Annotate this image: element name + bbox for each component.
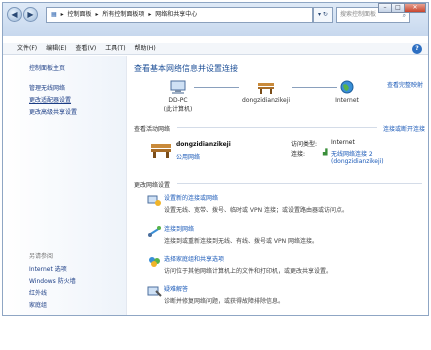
menu-file[interactable]: 文件(F) bbox=[17, 43, 37, 55]
breadcrumb-item[interactable]: 网络和共享中心 bbox=[155, 11, 197, 18]
minimize-button[interactable]: – bbox=[378, 3, 392, 13]
breadcrumb[interactable]: ▦ ▸ 控制面板 ▸ 所有控制面板项 ▸ 网络和共享中心 bbox=[46, 7, 313, 23]
network-type-link[interactable]: 公用网络 bbox=[176, 152, 200, 161]
access-type-label: 访问类型: bbox=[291, 141, 318, 148]
network-bench-icon bbox=[151, 144, 171, 158]
active-network-name: dongzidianzikeji bbox=[176, 141, 231, 148]
connect-disconnect-link[interactable]: 连接或断开连接 bbox=[383, 124, 425, 133]
new-connection-icon bbox=[147, 195, 161, 206]
menu-tools[interactable]: 工具(T) bbox=[105, 43, 125, 55]
homegroup-icon bbox=[149, 257, 160, 267]
view-full-map-link[interactable]: 查看完整映射 bbox=[387, 80, 423, 89]
network-sharing-center-window: ◀ ▶ ▦ ▸ 控制面板 ▸ 所有控制面板项 ▸ 网络和共享中心 ▾ ↻ 搜索控… bbox=[2, 2, 429, 316]
task-homegroup-desc: 访问位于其他网络计算机上的文件和打印机，或更改共享设置。 bbox=[164, 268, 333, 275]
see-also-firewall[interactable]: Windows 防火墙 bbox=[29, 276, 76, 285]
map-network[interactable]: dongzidianzikeji bbox=[231, 80, 301, 104]
task-connect-network-link[interactable]: 连接到网络 bbox=[164, 224, 194, 233]
access-type-value: Internet bbox=[331, 139, 355, 146]
map-internet-label: Internet bbox=[335, 97, 359, 104]
computer-icon bbox=[170, 80, 186, 94]
sidebar: 控制面板主页 管理无线网络 更改适配器设置 更改高级共享设置 另请参阅 Inte… bbox=[3, 56, 127, 315]
breadcrumb-item[interactable]: 所有控制面板项 bbox=[102, 11, 144, 18]
map-computer-name: DD-PC bbox=[168, 97, 188, 104]
breadcrumb-sep-icon: ▸ bbox=[60, 11, 64, 18]
sidebar-item-advanced-sharing[interactable]: 更改高级共享设置 bbox=[29, 107, 77, 116]
change-settings-heading: 更改网络设置 bbox=[134, 182, 171, 189]
globe-icon bbox=[340, 80, 354, 94]
menu-edit[interactable]: 编辑(E) bbox=[46, 43, 66, 55]
menu-bar: 文件(F) 编辑(E) 查看(V) 工具(T) 帮助(H) bbox=[3, 43, 428, 55]
back-button[interactable]: ◀ bbox=[7, 7, 22, 22]
bench-icon bbox=[258, 83, 274, 94]
breadcrumb-sep-icon: ▸ bbox=[148, 11, 152, 18]
menu-help[interactable]: 帮助(H) bbox=[134, 43, 155, 55]
window-controls: – □ ✕ bbox=[378, 3, 426, 15]
divider bbox=[177, 183, 422, 184]
see-also-infrared[interactable]: 红外线 bbox=[29, 288, 47, 297]
address-bar-area: ◀ ▶ ▦ ▸ 控制面板 ▸ 所有控制面板项 ▸ 网络和共享中心 ▾ ↻ 搜索控… bbox=[3, 3, 428, 36]
map-computer[interactable]: DD-PC (此计算机) bbox=[153, 80, 203, 113]
map-network-name: dongzidianzikeji bbox=[242, 97, 290, 104]
see-also-heading: 另请参阅 bbox=[29, 253, 54, 260]
task-connect-network-desc: 连接到或重新连接到无线、有线、拨号或 VPN 网络连接。 bbox=[164, 238, 319, 245]
task-setup-connection-desc: 设置无线、宽带、拨号、临时或 VPN 连接；或设置路由器或访问点。 bbox=[164, 207, 349, 214]
connection-label: 连接: bbox=[291, 151, 306, 158]
connect-network-icon bbox=[148, 226, 161, 237]
task-setup-connection-link[interactable]: 设置新的连接或网络 bbox=[164, 193, 218, 202]
close-button[interactable]: ✕ bbox=[404, 3, 426, 13]
sidebar-item-adapter-settings[interactable]: 更改适配器设置 bbox=[29, 95, 71, 104]
menu-view[interactable]: 查看(V) bbox=[75, 43, 96, 55]
see-also-homegroup[interactable]: 家庭组 bbox=[29, 300, 47, 309]
sidebar-item-manage-wireless[interactable]: 管理无线网络 bbox=[29, 83, 65, 92]
map-internet[interactable]: Internet bbox=[325, 80, 369, 104]
connection-link[interactable]: 无线网络连接 2 bbox=[331, 149, 373, 158]
active-networks-heading: 查看活动网络 bbox=[134, 126, 171, 133]
forward-button[interactable]: ▶ bbox=[23, 7, 38, 22]
search-placeholder: 搜索控制面板 bbox=[340, 11, 377, 18]
map-computer-sub: (此计算机) bbox=[163, 106, 193, 113]
refresh-button[interactable]: ▾ ↻ bbox=[313, 7, 333, 23]
maximize-button[interactable]: □ bbox=[391, 3, 405, 13]
connection-link-ssid[interactable]: (dongzidianzikeji) bbox=[331, 158, 384, 165]
task-troubleshoot-desc: 诊断并修复网络问题，或获得故障排除信息。 bbox=[164, 298, 285, 305]
page-title: 查看基本网络信息并设置连接 bbox=[134, 64, 238, 73]
task-troubleshoot-link[interactable]: 疑难解答 bbox=[164, 284, 188, 293]
wifi-signal-icon: ▟ bbox=[323, 149, 328, 156]
task-homegroup-link[interactable]: 选择家庭组和共享选项 bbox=[164, 254, 224, 263]
sidebar-home-link[interactable]: 控制面板主页 bbox=[29, 63, 65, 72]
main-content: 查看基本网络信息并设置连接 查看完整映射 DD-PC (此计算机) dongzi… bbox=[127, 56, 428, 315]
breadcrumb-item[interactable]: 控制面板 bbox=[68, 11, 92, 18]
control-panel-icon: ▦ bbox=[51, 11, 57, 18]
help-icon[interactable]: ? bbox=[412, 44, 422, 54]
see-also-internet-options[interactable]: Internet 选项 bbox=[29, 264, 67, 273]
divider bbox=[177, 127, 377, 128]
troubleshoot-icon bbox=[147, 286, 162, 297]
breadcrumb-sep-icon: ▸ bbox=[95, 11, 99, 18]
